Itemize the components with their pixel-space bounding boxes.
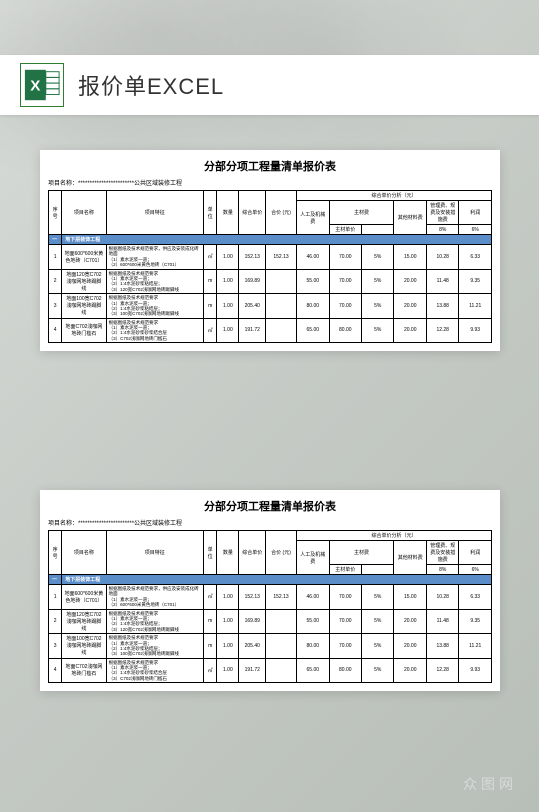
page-title: 报价单EXCEL: [78, 69, 224, 101]
table-row: 2地面120宽C702浅咖网地砖踢脚线根据图纸及技术规范要求（1）素水泥浆一道；…: [49, 609, 492, 634]
quote-sheet-1: 分部分项工程量清单报价表项目名称：***********************…: [40, 150, 500, 351]
svg-text:X: X: [30, 78, 40, 95]
table-row: 3地面100宽C702浅咖网地砖踢脚线根据图纸及技术规范要求（1）素水泥浆一道；…: [49, 294, 492, 319]
header-bar: X 报价单EXCEL: [0, 55, 539, 115]
excel-icon: X: [20, 63, 64, 107]
table-row: 1地面600*600米黄色地砖（C701）根据图纸及技术规范要求，供应及安装成化…: [49, 585, 492, 610]
section-row: 一地下层装饰工程: [49, 235, 492, 245]
table-row: 4地面C702浅咖网地砖门槛石根据图纸及技术规范要求（1）素水泥浆一道；（2）1…: [49, 658, 492, 683]
project-line: 项目名称：************************公共区域装修工程: [48, 518, 492, 527]
section-row: 一地下层装饰工程: [49, 575, 492, 585]
table-row: 1地面600*600米黄色地砖（C701）根据图纸及技术规范要求，供应及安装成化…: [49, 245, 492, 270]
table-row: 2地面120宽C702浅咖网地砖踢脚线根据图纸及技术规范要求（1）素水泥浆一道；…: [49, 269, 492, 294]
table-row: 4地面C702浅咖网地砖门槛石根据图纸及技术规范要求（1）素水泥浆一道；（2）1…: [49, 318, 492, 343]
project-line: 项目名称：************************公共区域装修工程: [48, 178, 492, 187]
sheet-title: 分部分项工程量清单报价表: [48, 498, 492, 514]
quote-table: 序号项目名称项目特征单位数量综合单价合价 (元)综合单价分析（元）人工及机械费主…: [48, 190, 492, 343]
watermark: 众图网: [463, 774, 517, 794]
quote-table: 序号项目名称项目特征单位数量综合单价合价 (元)综合单价分析（元）人工及机械费主…: [48, 530, 492, 683]
quote-sheet-2: 分部分项工程量清单报价表项目名称：***********************…: [40, 490, 500, 691]
table-row: 3地面100宽C702浅咖网地砖踢脚线根据图纸及技术规范要求（1）素水泥浆一道；…: [49, 634, 492, 659]
sheet-title: 分部分项工程量清单报价表: [48, 158, 492, 174]
